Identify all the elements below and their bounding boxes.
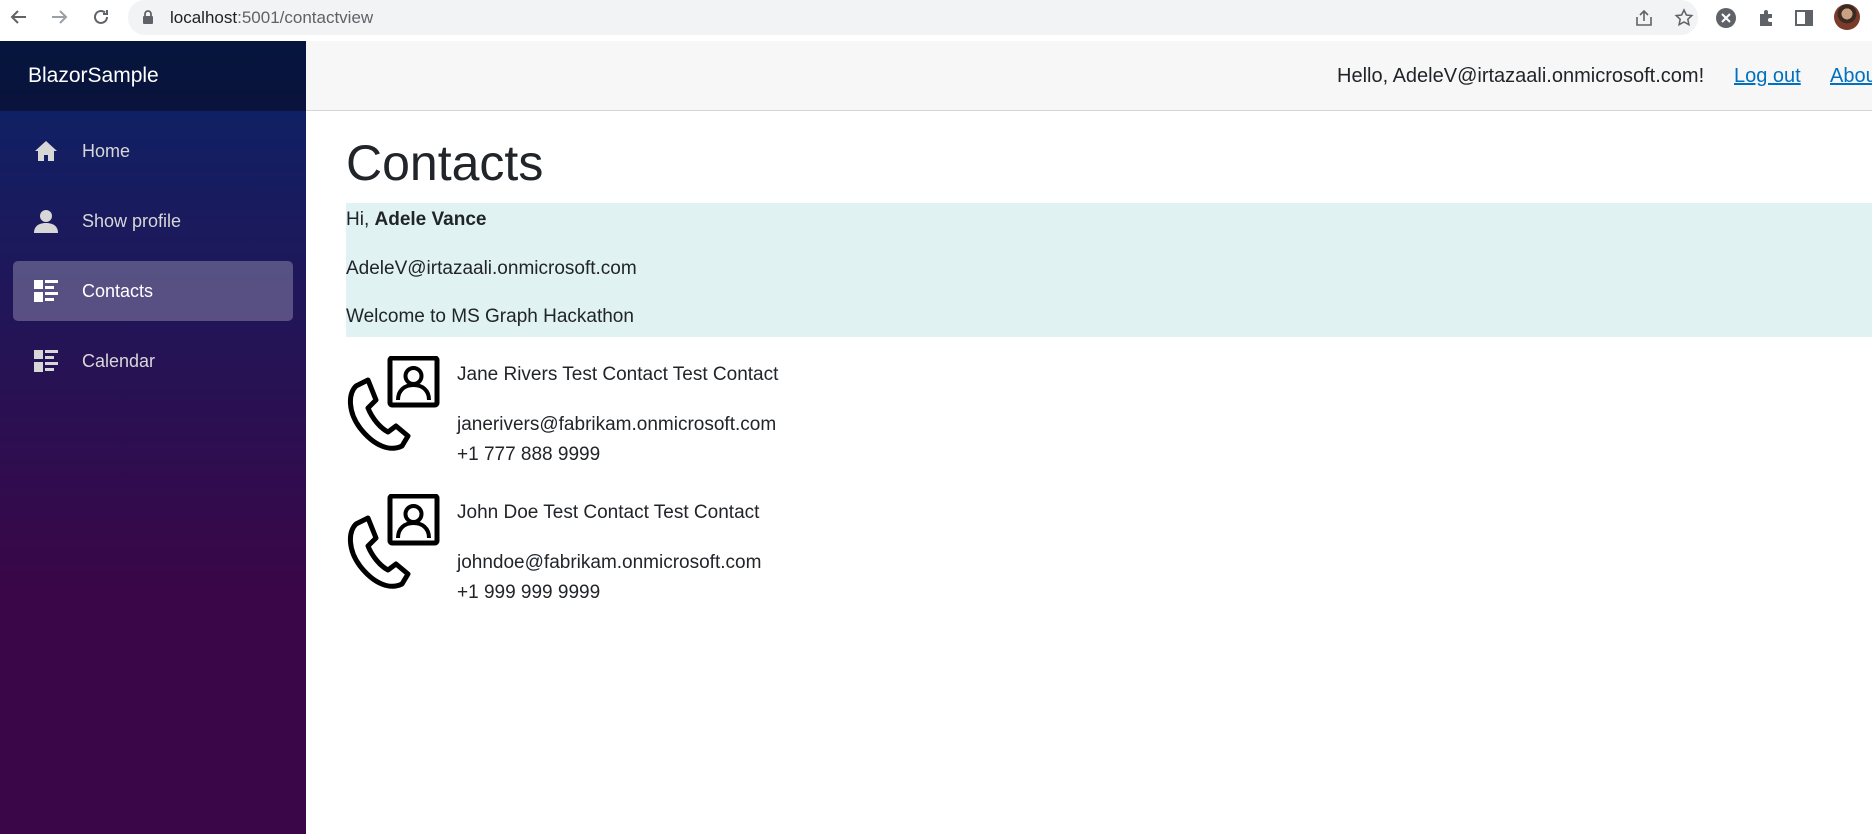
side-panel-button[interactable]	[1792, 6, 1816, 30]
list-icon	[32, 349, 60, 373]
contact-email: janerivers@fabrikam.onmicrosoft.com	[457, 414, 777, 435]
about-link[interactable]: Abou	[1830, 65, 1872, 88]
address-bar[interactable]: localhost:5001/contactview	[128, 0, 1698, 35]
brand-link[interactable]: BlazorSample	[28, 64, 159, 88]
contact-phone-icon	[348, 494, 440, 589]
user-greeting: Hello, AdeleV@irtazaali.onmicrosoft.com!	[1337, 65, 1705, 87]
contact-phone: +1 777 888 9999	[457, 444, 601, 465]
page-title: Contacts	[346, 135, 544, 191]
contact-phone-icon	[348, 356, 440, 451]
reload-icon	[94, 9, 108, 24]
share-icon	[1636, 9, 1652, 26]
share-button[interactable]	[1632, 6, 1656, 30]
welcome-message: Welcome to MS Graph Hackathon	[346, 306, 634, 327]
extensions-button[interactable]	[1754, 6, 1778, 30]
user-name: Adele Vance	[374, 209, 487, 230]
star-icon	[1674, 8, 1694, 27]
welcome-box: Hi, Adele Vance AdeleV@irtazaali.onmicro…	[346, 203, 1872, 337]
puzzle-icon	[1760, 10, 1772, 26]
browser-toolbar: localhost:5001/contactview	[0, 0, 1872, 35]
contact-phone: +1 999 999 9999	[457, 582, 601, 603]
nav-item-label: Contacts	[82, 280, 154, 301]
nav-item-label: Calendar	[82, 350, 156, 371]
bookmark-button[interactable]	[1672, 6, 1696, 30]
home-icon	[32, 139, 60, 163]
url-path: :5001/contactview	[237, 8, 374, 27]
brand-row: BlazorSample	[0, 41, 306, 111]
contact-card: John Doe Test Contact Test Contact johnd…	[346, 494, 946, 624]
url-text: localhost:5001/contactview	[170, 8, 373, 28]
nav-item-label: Show profile	[82, 210, 182, 231]
profile-avatar[interactable]	[1834, 4, 1860, 30]
list-icon	[32, 279, 60, 303]
logout-link[interactable]: Log out	[1734, 65, 1801, 88]
contact-name: Jane Rivers Test Contact Test Contact	[457, 364, 779, 385]
nav-item-calendar[interactable]: Calendar	[13, 331, 293, 391]
contact-card: Jane Rivers Test Contact Test Contact ja…	[346, 356, 946, 486]
sidebar: BlazorSample Home Show profile Contacts …	[0, 41, 306, 834]
extension-button[interactable]	[1714, 6, 1738, 30]
person-icon	[32, 209, 60, 233]
nav-item-home[interactable]: Home	[13, 121, 293, 181]
welcome-greeting: Hi, Adele Vance	[346, 209, 486, 231]
side-panel-icon	[1795, 10, 1813, 26]
forward-arrow-icon	[52, 10, 68, 24]
contact-email: johndoe@fabrikam.onmicrosoft.com	[457, 552, 762, 573]
close-circle-icon	[1716, 8, 1736, 28]
user-email: AdeleV@irtazaali.onmicrosoft.com	[346, 258, 637, 279]
nav-item-contacts[interactable]: Contacts	[13, 261, 293, 321]
url-host: localhost	[170, 8, 238, 27]
nav-menu: Home Show profile Contacts Calendar	[0, 121, 306, 391]
nav-item-label: Home	[82, 140, 131, 161]
reload-button[interactable]	[86, 2, 116, 32]
lock-icon	[143, 10, 153, 24]
back-button[interactable]	[4, 2, 34, 32]
nav-item-show-profile[interactable]: Show profile	[13, 191, 293, 251]
contact-name: John Doe Test Contact Test Contact	[457, 502, 760, 523]
back-arrow-icon	[10, 10, 26, 24]
hi-prefix: Hi,	[346, 209, 375, 230]
forward-button[interactable]	[44, 2, 74, 32]
top-row: Hello, AdeleV@irtazaali.onmicrosoft.com!…	[306, 41, 1872, 111]
